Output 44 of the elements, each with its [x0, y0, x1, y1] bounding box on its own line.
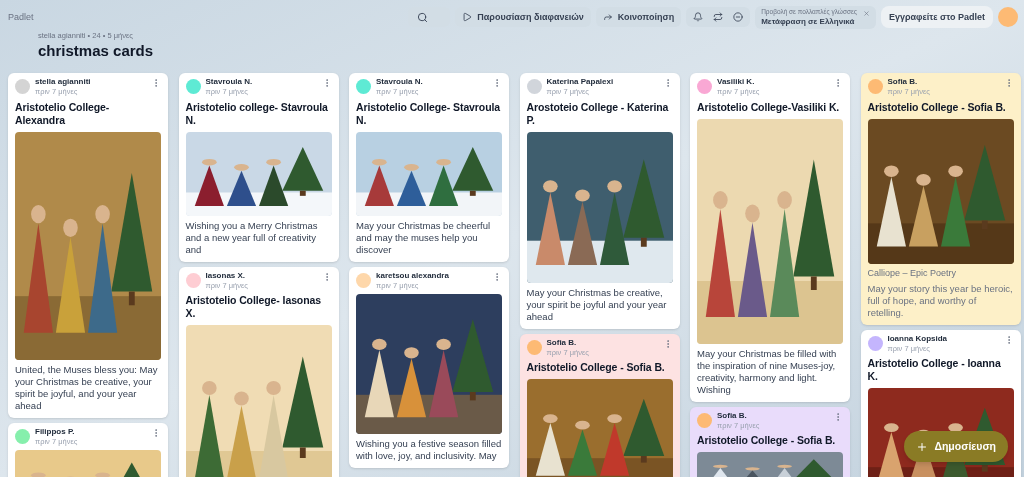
board-title: christmas cards [38, 41, 155, 61]
search-icon [417, 11, 429, 23]
author-name: karetsou alexandra [376, 271, 450, 280]
author-name: Katerina Papalexi [546, 78, 615, 86]
post-title: Aristotelio College- Iasonas X. [185, 294, 322, 320]
author-name: Sofia B. [717, 411, 748, 420]
play-icon [462, 12, 473, 23]
notifications-icon[interactable] [693, 12, 704, 23]
translate-label: Μετάφραση σε Ελληνικά [761, 17, 856, 26]
close-icon[interactable] [862, 10, 870, 17]
repost-icon[interactable] [713, 12, 724, 23]
post-title: Aristotelio College-Vasiliki K. [697, 100, 841, 114]
post-text: Wishing you a Merry Christmas and a new year full of creativity and [185, 219, 319, 256]
post-text: May your Christmas be creative, your spirit be joyful and your year ahead [526, 286, 668, 323]
post-title: Aristotelio College - Sofia B. [526, 361, 666, 374]
post-title: Aristotelio college- Stavroula N. [185, 100, 329, 127]
post-title: Arostoteio College - Katerina P. [526, 100, 670, 127]
post-text: United, the Muses bless you: May your Christmas be creative, your spirit be joyful, and your year ahead [15, 363, 159, 412]
post-text: May your Christmas be cheerful and may the muses help you discover [356, 219, 492, 256]
post-title: Aristotelio College - Sofia B. [697, 434, 837, 447]
plus-icon [916, 440, 929, 453]
picture-caption: Calliope – Epic Poetry [867, 267, 958, 279]
post-title: Aristotelio College- Stavroula N. [356, 100, 502, 127]
author-name: Vasiliki K. [717, 78, 756, 86]
post-text: May your story this year be heroic, full of hope, and worthy of retelling. [867, 282, 1014, 319]
post-text: May your Christmas be filled with the inspiration of nine Muses-joy, creativity, harmony and light. Wishing [697, 347, 838, 396]
author-name: Stavroula N. [205, 78, 254, 86]
author-name: Sofia B. [546, 338, 578, 347]
signup-button[interactable]: Εγγραφείτε στο Padlet [880, 6, 993, 29]
post-title: Aristotelio College- Alexandra [15, 100, 111, 127]
author-name: stella agianniti [35, 78, 92, 86]
author-name: Ioanna Kopsida [887, 334, 949, 343]
author-name: Stavroula N. [376, 78, 424, 86]
app-name[interactable]: Padlet [8, 11, 34, 25]
author-name: Sofia B. [887, 78, 919, 86]
post-text: Wishing you a festive season filled with love, joy, and inclusivity. May [356, 438, 502, 462]
post-button[interactable]: Δημοσίευση [904, 431, 1008, 462]
author-name: Filippos P. [35, 427, 76, 436]
minus-circle-icon[interactable] [733, 12, 744, 23]
share-arrow-icon [602, 12, 613, 23]
post-title: Aristotelio College - Sofia B. [867, 100, 1007, 114]
share-button[interactable]: Κοινοποίηση [595, 7, 682, 28]
author-name: Iasonas X. [205, 271, 247, 280]
post-title: Aristotelio College - Ioanna K. [867, 357, 1002, 383]
